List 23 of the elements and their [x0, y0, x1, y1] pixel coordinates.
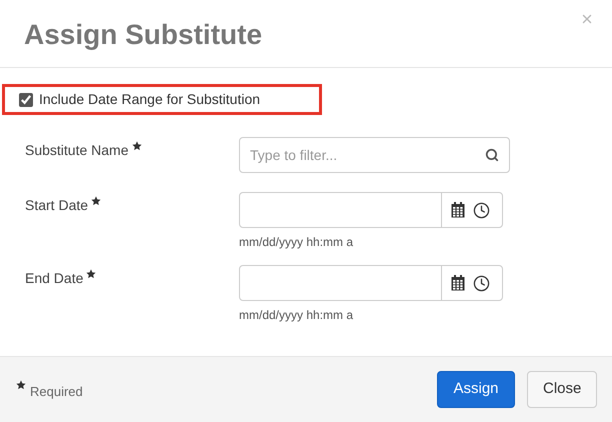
- dialog-title: Assign Substitute: [24, 18, 262, 52]
- calendar-icon: [451, 202, 465, 218]
- include-range-checkbox[interactable]: [19, 92, 33, 106]
- date-format-hint: mm/dd/yyyy hh:mm a: [239, 234, 354, 251]
- date-format-hint: mm/dd/yyyy hh:mm a: [239, 307, 354, 324]
- calendar-button[interactable]: [451, 202, 465, 218]
- calendar-icon: [451, 275, 465, 291]
- required-star-icon: [16, 380, 26, 390]
- assign-button[interactable]: Assign: [437, 371, 515, 408]
- search-field[interactable]: Type to filter...: [239, 137, 510, 173]
- close-button[interactable]: Close: [527, 371, 597, 408]
- field-label: Substitute Name: [25, 141, 128, 160]
- date-time-field[interactable]: [239, 265, 503, 301]
- date-time-field[interactable]: [239, 192, 503, 228]
- required-note: Required: [30, 383, 83, 402]
- clock-button[interactable]: [473, 202, 490, 218]
- search-icon: [485, 148, 499, 162]
- field-label: End Date: [25, 269, 84, 288]
- checkbox-label: Include Date Range for Substitution: [39, 90, 260, 109]
- search-input[interactable]: Type to filter...: [250, 144, 485, 166]
- field-label: Start Date: [25, 196, 88, 215]
- calendar-button[interactable]: [451, 275, 465, 291]
- clock-button[interactable]: [473, 274, 490, 292]
